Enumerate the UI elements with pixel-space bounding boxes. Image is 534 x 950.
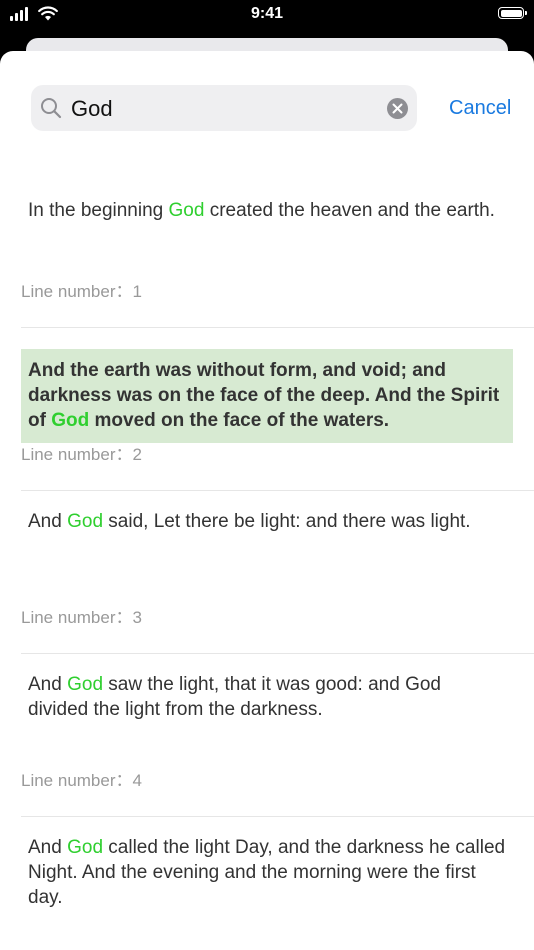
line-number: Line number：4 (21, 771, 142, 790)
verse-text-before: And (28, 674, 68, 695)
search-match: God (51, 410, 90, 431)
search-sheet: God Cancel In the beginning God created … (0, 51, 534, 950)
line-number: Line number：1 (21, 282, 142, 301)
result-item[interactable]: And God said, Let there be light: and th… (21, 491, 534, 654)
search-icon (41, 98, 62, 119)
result-item[interactable]: In the beginning God created the heaven … (21, 180, 534, 328)
status-bar: 9:41 (0, 0, 534, 30)
verse-text-after: said, Let there be light: and there was … (103, 511, 471, 532)
status-time: 9:41 (250, 5, 284, 22)
verse-text-after: moved on the face of the waters. (89, 410, 390, 431)
search-input[interactable]: God (71, 96, 113, 122)
verse-text: And God said, Let there be light: and th… (21, 509, 513, 534)
verse-text-before: And (28, 511, 68, 532)
battery-icon (498, 7, 527, 19)
verse-text: In the beginning God created the heaven … (21, 198, 513, 223)
verse-text-before: And (28, 837, 68, 858)
result-item[interactable]: And God called the light Day, and the da… (21, 817, 534, 950)
verse-text: And the earth was without form, and void… (21, 349, 513, 443)
search-bar[interactable]: God (31, 85, 417, 131)
line-number: Line number：3 (21, 608, 142, 627)
line-number: Line number：2 (21, 445, 142, 464)
results-list: In the beginning God created the heaven … (0, 180, 534, 950)
verse-text: And God saw the light, that it was good:… (21, 672, 513, 722)
search-match: God (67, 674, 104, 695)
search-match: God (67, 837, 104, 858)
cancel-button[interactable]: Cancel (449, 97, 511, 120)
result-item-selected[interactable]: And the earth was without form, and void… (21, 328, 534, 491)
search-match: God (67, 511, 104, 532)
result-item[interactable]: And God saw the light, that it was good:… (21, 654, 534, 817)
clear-search-icon[interactable] (387, 98, 408, 119)
verse-text-after: created the heaven and the earth. (204, 200, 495, 221)
verse-text: And God called the light Day, and the da… (21, 835, 513, 910)
search-match: God (168, 200, 205, 221)
verse-text-before: In the beginning (28, 200, 169, 221)
